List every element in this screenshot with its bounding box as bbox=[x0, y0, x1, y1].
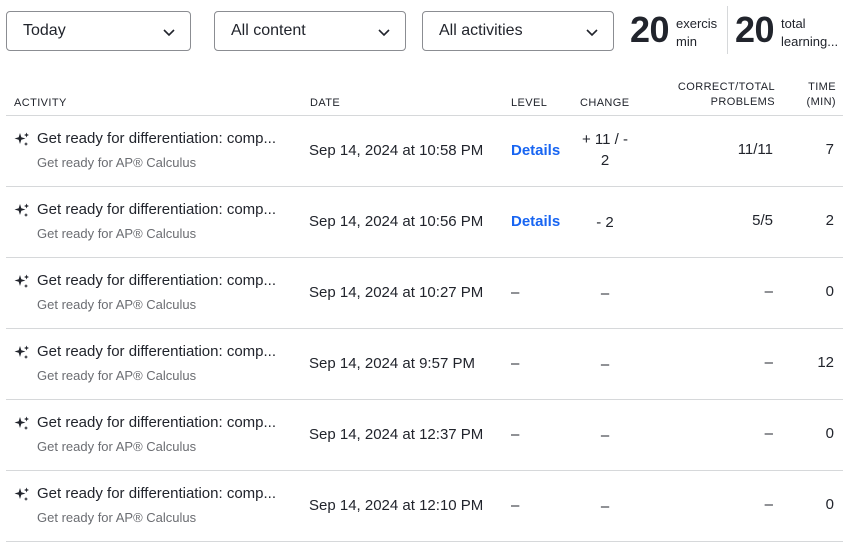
activity-filter-label: All activities bbox=[439, 22, 523, 39]
time-minutes-value: 7 bbox=[825, 141, 834, 158]
table-row[interactable]: Get ready for differentiation: comp... G… bbox=[6, 400, 843, 471]
chevron-down-icon bbox=[378, 29, 390, 37]
level-details: – bbox=[511, 284, 520, 301]
change-value: - 2 bbox=[575, 212, 635, 233]
header-correct-1: CORRECT/TOTAL bbox=[677, 81, 775, 93]
activity-course: Get ready for AP® Calculus bbox=[37, 510, 197, 525]
level-details: – bbox=[511, 426, 520, 443]
correct-total-value: – bbox=[764, 425, 773, 442]
header-change: CHANGE bbox=[580, 97, 630, 109]
exercise-minutes-stat: 20 exercis min bbox=[630, 10, 725, 50]
header-date: DATE bbox=[310, 97, 341, 109]
activity-filter-select[interactable]: All activities bbox=[422, 11, 614, 51]
correct-total-value: 5/5 bbox=[752, 212, 773, 229]
header-correct-2: PROBLEMS bbox=[710, 96, 775, 108]
time-minutes-value: 2 bbox=[825, 212, 834, 229]
time-minutes-value: 0 bbox=[825, 496, 834, 513]
table-body: Get ready for differentiation: comp... G… bbox=[6, 116, 843, 542]
change-value: – bbox=[575, 283, 635, 304]
level-details[interactable]: Details bbox=[511, 142, 560, 159]
activity-title[interactable]: Get ready for differentiation: comp... bbox=[37, 414, 297, 431]
activity-course: Get ready for AP® Calculus bbox=[37, 297, 197, 312]
activity-date: Sep 14, 2024 at 12:37 PM bbox=[309, 426, 484, 443]
sparkle-icon bbox=[14, 487, 29, 501]
change-value: – bbox=[575, 496, 635, 517]
time-minutes-value: 0 bbox=[825, 283, 834, 300]
chevron-down-icon bbox=[586, 29, 598, 37]
correct-total-value: 11/11 bbox=[737, 141, 773, 158]
activity-date: Sep 14, 2024 at 12:10 PM bbox=[309, 497, 484, 514]
level-details[interactable]: Details bbox=[511, 213, 560, 230]
change-line-1: - 2 bbox=[596, 214, 614, 231]
activity-course: Get ready for AP® Calculus bbox=[37, 368, 197, 383]
change-line-1: – bbox=[600, 427, 610, 444]
level-details: – bbox=[511, 355, 520, 372]
sparkle-icon bbox=[14, 203, 29, 217]
activity-title[interactable]: Get ready for differentiation: comp... bbox=[37, 343, 297, 360]
activity-course: Get ready for AP® Calculus bbox=[37, 155, 197, 170]
header-time-1: TIME bbox=[808, 81, 836, 93]
sparkle-icon bbox=[14, 132, 29, 146]
change-value: – bbox=[575, 354, 635, 375]
content-filter-label: All content bbox=[231, 22, 306, 39]
exercise-minutes-unit-2: min bbox=[676, 34, 697, 49]
activity-title[interactable]: Get ready for differentiation: comp... bbox=[37, 272, 297, 289]
activity-title[interactable]: Get ready for differentiation: comp... bbox=[37, 201, 297, 218]
stat-divider bbox=[727, 6, 728, 54]
change-value: – bbox=[575, 425, 635, 446]
table-row[interactable]: Get ready for differentiation: comp... G… bbox=[6, 258, 843, 329]
table-row[interactable]: Get ready for differentiation: comp... G… bbox=[6, 116, 843, 187]
change-line-1: + 11 / - bbox=[582, 131, 628, 148]
change-value: + 11 / - 2 bbox=[575, 129, 635, 171]
level-details: – bbox=[511, 497, 520, 514]
activity-course: Get ready for AP® Calculus bbox=[37, 439, 197, 454]
correct-total-value: – bbox=[764, 283, 773, 300]
change-line-2: 2 bbox=[600, 152, 610, 169]
activity-title[interactable]: Get ready for differentiation: comp... bbox=[37, 130, 297, 147]
table-row[interactable]: Get ready for differentiation: comp... G… bbox=[6, 329, 843, 400]
table-row[interactable]: Get ready for differentiation: comp... G… bbox=[6, 471, 843, 542]
time-minutes-value: 0 bbox=[825, 425, 834, 442]
sparkle-icon bbox=[14, 274, 29, 288]
activity-date: Sep 14, 2024 at 10:27 PM bbox=[309, 284, 484, 301]
activity-date: Sep 14, 2024 at 10:58 PM bbox=[309, 142, 484, 159]
table-row[interactable]: Get ready for differentiation: comp... G… bbox=[6, 187, 843, 258]
learning-minutes-value: 20 bbox=[735, 9, 775, 50]
content-filter-select[interactable]: All content bbox=[214, 11, 406, 51]
learning-minutes-unit-1: total bbox=[781, 16, 806, 31]
table-header: ACTIVITY DATE LEVEL CHANGE CORRECT/TOTAL… bbox=[6, 76, 843, 116]
time-minutes-value: 12 bbox=[817, 354, 834, 371]
activity-course: Get ready for AP® Calculus bbox=[37, 226, 197, 241]
sparkle-icon bbox=[14, 345, 29, 359]
header-level: LEVEL bbox=[511, 97, 548, 109]
sparkle-icon bbox=[14, 416, 29, 430]
learning-minutes-stat: 20 total learning... bbox=[735, 10, 845, 50]
activity-title[interactable]: Get ready for differentiation: comp... bbox=[37, 485, 297, 502]
change-line-1: – bbox=[600, 285, 610, 302]
date-filter-select[interactable]: Today bbox=[6, 11, 191, 51]
header-activity: ACTIVITY bbox=[14, 97, 67, 109]
correct-total-value: – bbox=[764, 354, 773, 371]
chevron-down-icon bbox=[163, 29, 175, 37]
date-filter-label: Today bbox=[23, 22, 66, 39]
change-line-1: – bbox=[600, 498, 610, 515]
learning-minutes-unit-2: learning... bbox=[781, 34, 839, 49]
header-time-2: (MIN) bbox=[806, 96, 836, 108]
activity-table: ACTIVITY DATE LEVEL CHANGE CORRECT/TOTAL… bbox=[6, 76, 843, 542]
activity-date: Sep 14, 2024 at 10:56 PM bbox=[309, 213, 484, 230]
exercise-minutes-value: 20 bbox=[630, 9, 670, 50]
activity-date: Sep 14, 2024 at 9:57 PM bbox=[309, 355, 475, 372]
change-line-1: – bbox=[600, 356, 610, 373]
exercise-minutes-unit-1: exercis bbox=[676, 16, 718, 31]
correct-total-value: – bbox=[764, 496, 773, 513]
